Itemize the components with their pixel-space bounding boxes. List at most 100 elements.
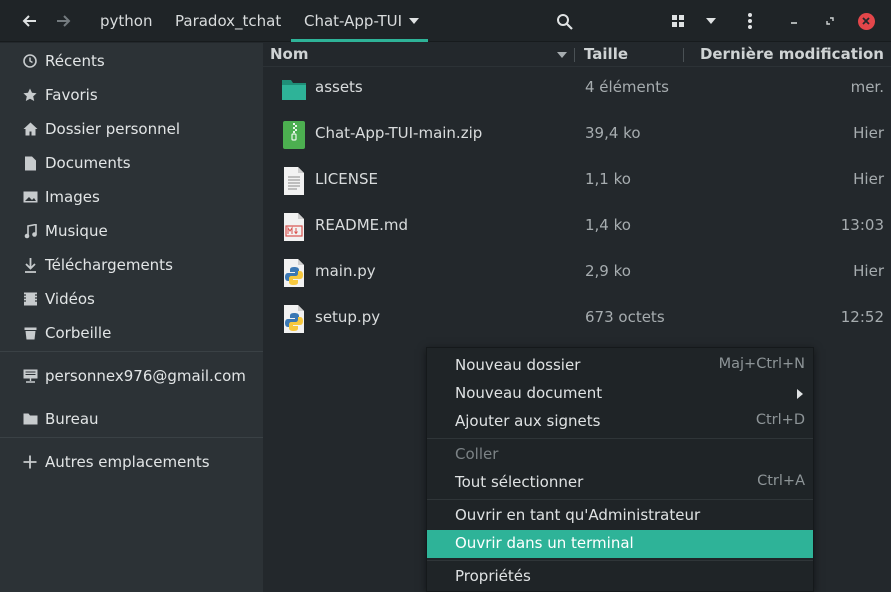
sidebar-item-images[interactable]: Images [0,182,263,212]
breadcrumb-paradox-tchat[interactable]: Paradox_tchat [175,0,281,42]
file-date: Hier [853,262,884,280]
sidebar-item-label: Images [45,188,100,206]
file-name: LICENSE [315,170,378,188]
sidebar-item-corbeille[interactable]: Corbeille [0,318,263,348]
menu-item-label: Ouvrir en tant qu'Administrateur [455,506,701,524]
menu-separator [427,560,813,561]
sidebar-divider [0,351,263,352]
menu-separator [427,499,813,500]
file-row[interactable]: README.md 1,4 ko 13:03 [263,204,891,250]
menu-item-add-bookmark[interactable]: Ajouter aux signets Ctrl+D [427,408,813,436]
breadcrumb-current[interactable]: Chat-App-TUI [291,0,428,42]
file-row[interactable]: main.py 2,9 ko Hier [263,250,891,296]
sidebar-item-label: Documents [45,154,131,172]
maximize-button[interactable] [818,9,842,33]
column-modified[interactable]: Dernière modification [700,45,884,63]
sidebar-item-label: Favoris [45,86,98,104]
sidebar-item-label: Autres emplacements [45,453,210,471]
sidebar-item-label: Récents [45,52,105,70]
sidebar-item-documents[interactable]: Documents [0,148,263,178]
menu-item-label: Coller [455,445,499,463]
menu-item-paste[interactable]: Coller [427,441,813,469]
search-icon [556,13,573,30]
menu-item-label: Nouveau dossier [455,356,581,374]
kebab-menu-icon [748,13,752,29]
file-row[interactable]: LICENSE 1,1 ko Hier [263,158,891,204]
sidebar-divider [0,437,263,438]
submenu-arrow-icon [797,389,803,399]
menu-item-open-as-admin[interactable]: Ouvrir en tant qu'Administrateur [427,502,813,530]
music-icon [20,221,40,241]
menu-item-new-document[interactable]: Nouveau document [427,380,813,408]
file-row[interactable]: assets 4 éléments mer. [263,66,891,112]
menu-item-shortcut: Maj+Ctrl+N [718,356,805,372]
sidebar-item-home[interactable]: Dossier personnel [0,114,263,144]
file-size: 2,9 ko [585,262,631,280]
file-name: main.py [315,262,376,280]
file-date: 13:03 [840,216,884,234]
menu-item-label: Ouvrir dans un terminal [455,534,634,552]
caret-down-icon [409,18,419,24]
view-mode-button[interactable] [664,7,692,35]
sidebar-item-bureau[interactable]: Bureau [0,404,263,434]
text-file-icon [284,167,304,195]
close-button[interactable] [854,9,878,33]
main-menu-button[interactable] [736,7,764,35]
file-row[interactable]: Chat-App-TUI-main.zip 39,4 ko Hier [263,112,891,158]
sidebar-item-telechargements[interactable]: Téléchargements [0,250,263,280]
menu-item-label: Ajouter aux signets [455,412,601,430]
arrow-right-icon [57,15,71,27]
trash-icon [20,323,40,343]
view-options-button[interactable] [697,7,725,35]
file-date: mer. [850,78,884,96]
column-separator [683,48,684,62]
close-icon [857,12,875,30]
sidebar-item-label: Téléchargements [45,256,173,274]
file-size: 39,4 ko [585,124,641,142]
python-file-icon [284,305,304,333]
header-bar: python Paradox_tchat Chat-App-TUI [0,0,891,42]
breadcrumb-python[interactable]: python [100,0,152,42]
menu-item-shortcut: Ctrl+A [757,473,805,489]
sidebar-item-label: Dossier personnel [45,120,181,138]
file-name: README.md [315,216,409,234]
sidebar-item-label: personnex976@gmail.com [45,367,246,385]
sort-desc-icon [557,52,567,58]
menu-item-properties[interactable]: Propriétés [427,563,813,591]
menu-item-new-folder[interactable]: Nouveau dossier Maj+Ctrl+N [427,352,813,380]
sidebar-item-videos[interactable]: Vidéos [0,284,263,314]
column-size[interactable]: Taille [584,45,628,63]
back-button[interactable] [16,7,44,35]
menu-item-label: Propriétés [455,567,531,585]
download-icon [20,255,40,275]
chevron-down-icon [706,18,716,24]
image-icon [20,187,40,207]
sidebar-item-label: Corbeille [45,324,112,342]
sidebar-item-recents[interactable]: Récents [0,46,263,76]
star-icon [20,85,40,105]
sidebar-item-account[interactable]: personnex976@gmail.com [0,361,263,391]
file-size: 673 octets [585,308,665,326]
home-icon [20,119,40,139]
menu-item-select-all[interactable]: Tout sélectionner Ctrl+A [427,469,813,497]
file-row[interactable]: setup.py 673 octets 12:52 [263,296,891,342]
zip-archive-icon [283,121,305,149]
maximize-icon [826,17,834,25]
sidebar-item-musique[interactable]: Musique [0,216,263,246]
search-button[interactable] [550,7,578,35]
sidebar-item-favoris[interactable]: Favoris [0,80,263,110]
sidebar-item-other-locations[interactable]: Autres emplacements [0,447,263,477]
network-account-icon [20,366,40,386]
file-date: Hier [853,170,884,188]
python-file-icon [284,259,304,287]
column-name[interactable]: Nom [270,45,309,63]
video-icon [20,289,40,309]
file-size: 1,4 ko [585,216,631,234]
file-date: 12:52 [840,308,884,326]
clock-icon [20,51,40,71]
menu-item-open-terminal[interactable]: Ouvrir dans un terminal [427,530,813,558]
forward-button[interactable] [49,7,77,35]
file-name: assets [315,78,363,96]
column-separator [574,48,575,62]
minimize-button[interactable] [782,9,806,33]
